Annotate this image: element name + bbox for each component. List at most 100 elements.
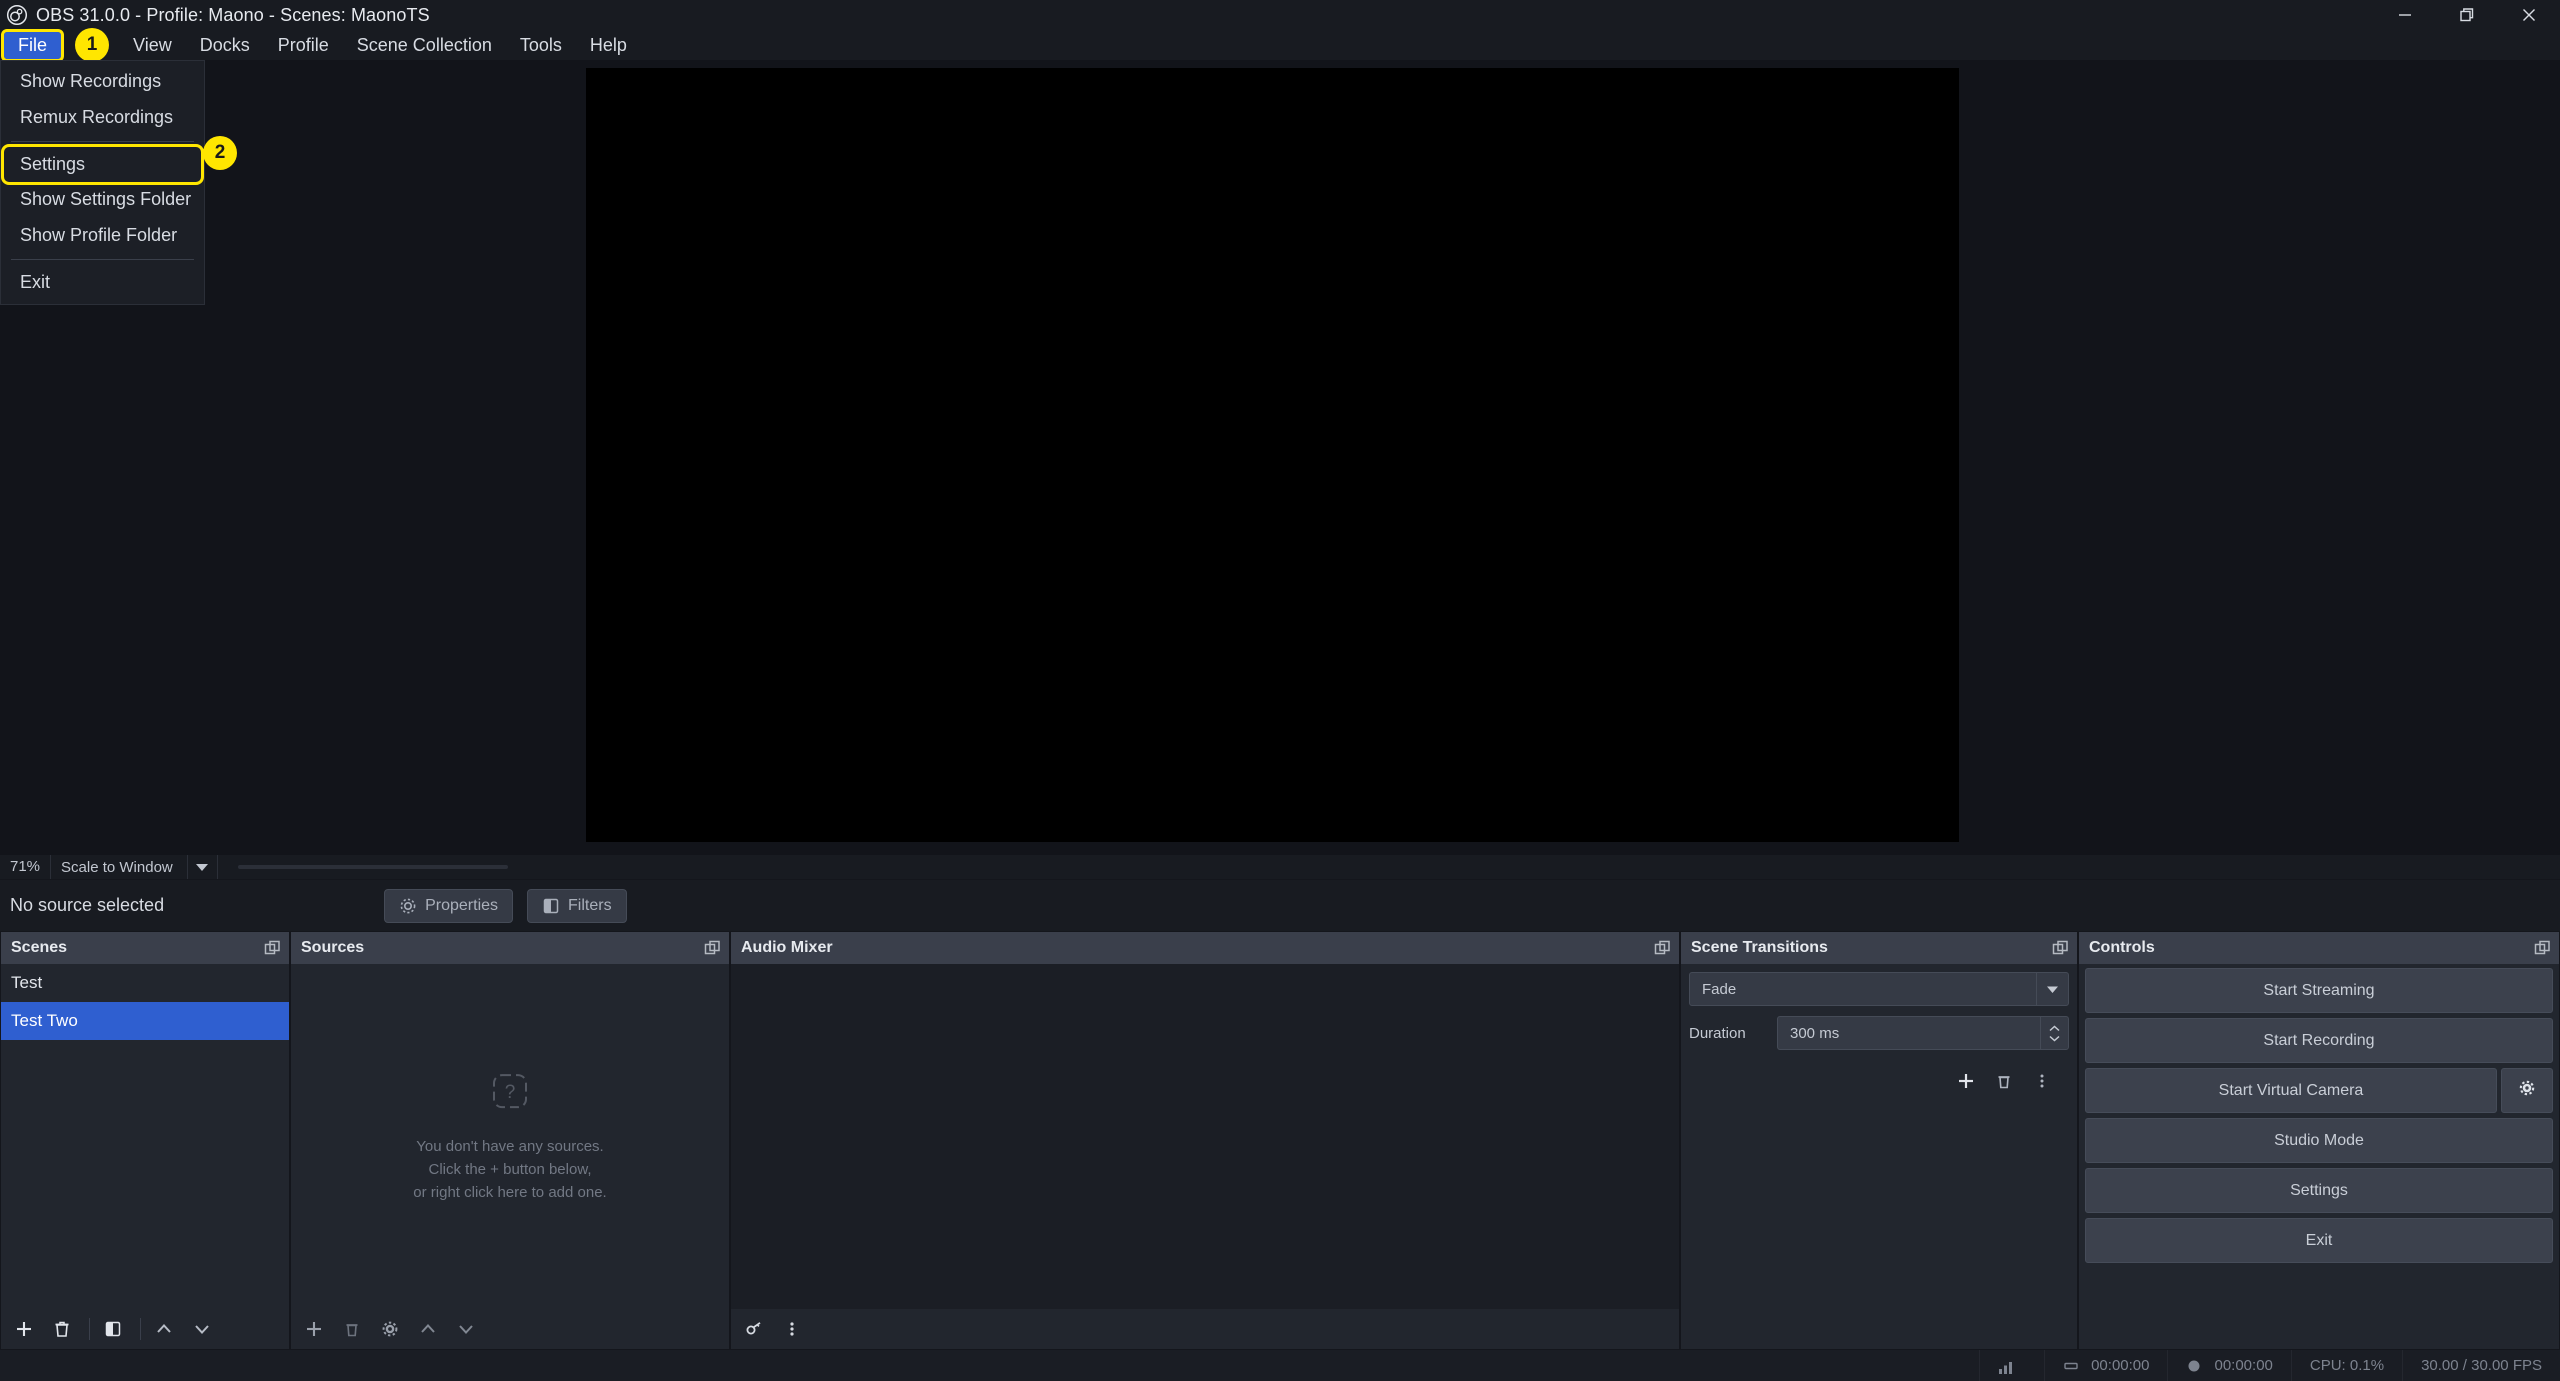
menu-docks[interactable]: Docks (186, 31, 264, 60)
dock-panels-row: Scenes Test Test Two Sources ? You don't… (0, 931, 2560, 1350)
sources-toolbar (291, 1309, 729, 1349)
status-bar: 00:00:00 00:00:00 CPU: 0.1% 30.00 / 30.0… (0, 1350, 2560, 1381)
menu-item-exit[interactable]: Exit (1, 265, 204, 301)
move-source-up-button[interactable] (411, 1314, 445, 1344)
add-transition-button[interactable] (1949, 1066, 1983, 1096)
controls-row: Start Streaming (2085, 968, 2553, 1013)
menu-item-show-settings-folder[interactable]: Show Settings Folder (1, 182, 204, 218)
studio-mode-button[interactable]: Studio Mode (2085, 1118, 2553, 1163)
obs-logo-icon (6, 4, 28, 26)
menu-tools[interactable]: Tools (506, 31, 576, 60)
duration-label: Duration (1689, 1024, 1746, 1042)
remove-source-button[interactable] (335, 1314, 369, 1344)
move-scene-down-button[interactable] (185, 1314, 219, 1344)
menu-scene-collection[interactable]: Scene Collection (343, 31, 506, 60)
menu-help[interactable]: Help (576, 31, 641, 60)
chevron-down-icon[interactable] (2036, 973, 2068, 1005)
sources-empty-line-3: or right click here to add one. (413, 1184, 607, 1202)
source-action-bar: No source selected Properties Filters (0, 879, 2560, 931)
audio-mixer-toolbar (731, 1309, 1679, 1349)
controls-row: Start Recording (2085, 1018, 2553, 1063)
question-box-icon: ? (488, 1069, 532, 1113)
stream-time-label: 00:00:00 (2091, 1357, 2150, 1374)
fps-label: 30.00 / 30.00 FPS (2421, 1357, 2542, 1374)
exit-button[interactable]: Exit (2085, 1218, 2553, 1263)
add-source-button[interactable] (297, 1314, 331, 1344)
controls-row: Studio Mode (2085, 1118, 2553, 1163)
cpu-usage-cell: CPU: 0.1% (2290, 1350, 2402, 1381)
audio-mixer-title: Audio Mixer (741, 939, 833, 956)
controls-row: Settings (2085, 1168, 2553, 1213)
scale-mode-dropdown[interactable]: Scale to Window (51, 855, 218, 879)
sources-list-body[interactable]: ? You don't have any sources. Click the … (291, 964, 729, 1309)
transition-type-dropdown[interactable]: Fade (1689, 972, 2069, 1006)
undock-icon[interactable] (264, 940, 281, 957)
scale-slider[interactable] (237, 865, 508, 869)
chevron-down-icon[interactable] (186, 855, 217, 879)
undock-icon[interactable] (2534, 940, 2551, 957)
controls-row: Exit (2085, 1218, 2553, 1263)
cpu-usage-label: CPU: 0.1% (2309, 1357, 2385, 1374)
scene-item-test[interactable]: Test (1, 964, 289, 1002)
undock-icon[interactable] (2052, 940, 2069, 957)
controls-dock-header: Controls (2079, 932, 2559, 964)
duration-spinbox[interactable]: 300 ms (1777, 1016, 2069, 1050)
preview-canvas[interactable] (586, 68, 1959, 842)
controls-body: Start Streaming Start Recording Start Vi… (2079, 964, 2559, 1349)
sources-dock: Sources ? You don't have any sources. Cl… (290, 931, 730, 1350)
virtual-camera-config-button[interactable] (2501, 1068, 2553, 1113)
close-icon[interactable] (2498, 0, 2560, 30)
remove-transition-button[interactable] (1987, 1066, 2021, 1096)
window-controls (2374, 0, 2560, 30)
network-status-cell (1979, 1350, 2044, 1381)
audio-advanced-properties-button[interactable] (737, 1314, 771, 1344)
scene-item-test-two[interactable]: Test Two (1, 1002, 289, 1040)
scenes-list-body[interactable]: Test Test Two (1, 964, 289, 1309)
scene-transitions-dock: Scene Transitions Fade Duration 300 ms (1680, 931, 2078, 1350)
start-recording-button[interactable]: Start Recording (2085, 1018, 2553, 1063)
menu-item-remux-recordings[interactable]: Remux Recordings (1, 100, 204, 136)
scene-filters-button[interactable] (96, 1314, 130, 1344)
scene-list: Test Test Two (1, 964, 289, 1040)
menu-item-settings[interactable]: Settings (1, 143, 204, 186)
menu-item-show-profile-folder[interactable]: Show Profile Folder (1, 218, 204, 254)
scene-transitions-title: Scene Transitions (1691, 939, 1828, 956)
settings-button[interactable]: Settings (2085, 1168, 2553, 1213)
undock-icon[interactable] (1654, 940, 1671, 957)
audio-mixer-dock-header: Audio Mixer (731, 932, 1679, 964)
audio-menu-button[interactable] (775, 1314, 809, 1344)
properties-button[interactable]: Properties (384, 888, 514, 923)
gear-icon (2517, 1078, 2537, 1103)
source-properties-button[interactable] (373, 1314, 407, 1344)
minimize-icon[interactable] (2374, 0, 2436, 30)
menu-file[interactable]: File (0, 28, 65, 62)
preview-area[interactable] (0, 60, 2560, 850)
menu-profile[interactable]: Profile (264, 31, 343, 60)
controls-title: Controls (2089, 939, 2155, 956)
menu-view[interactable]: View (119, 31, 186, 60)
duration-stepper[interactable] (2040, 1017, 2068, 1049)
filters-button[interactable]: Filters (527, 888, 627, 923)
stream-icon (2063, 1358, 2081, 1374)
restore-icon[interactable] (2436, 0, 2498, 30)
menu-item-show-recordings[interactable]: Show Recordings (1, 64, 204, 100)
add-scene-button[interactable] (7, 1314, 41, 1344)
sources-empty-line-2: Click the + button below, (428, 1160, 592, 1178)
remove-scene-button[interactable] (45, 1314, 79, 1344)
scenes-title: Scenes (11, 939, 68, 956)
move-scene-up-button[interactable] (147, 1314, 181, 1344)
controls-row: Start Virtual Camera (2085, 1068, 2553, 1113)
start-streaming-button[interactable]: Start Streaming (2085, 968, 2553, 1013)
transition-menu-button[interactable] (2025, 1066, 2059, 1096)
move-source-down-button[interactable] (449, 1314, 483, 1344)
preview-scale-bar: 71% Scale to Window (0, 855, 2560, 879)
stream-time-cell: 00:00:00 (2044, 1350, 2167, 1381)
properties-label: Properties (425, 896, 499, 914)
audio-mixer-body[interactable] (731, 964, 1679, 1309)
menu-bar: File 1 View Docks Profile Scene Collecti… (0, 28, 2560, 62)
menu-separator (11, 140, 194, 142)
svg-text:?: ? (505, 1082, 516, 1103)
toolbar-separator (140, 1318, 141, 1340)
start-virtual-camera-button[interactable]: Start Virtual Camera (2085, 1068, 2497, 1113)
undock-icon[interactable] (704, 940, 721, 957)
